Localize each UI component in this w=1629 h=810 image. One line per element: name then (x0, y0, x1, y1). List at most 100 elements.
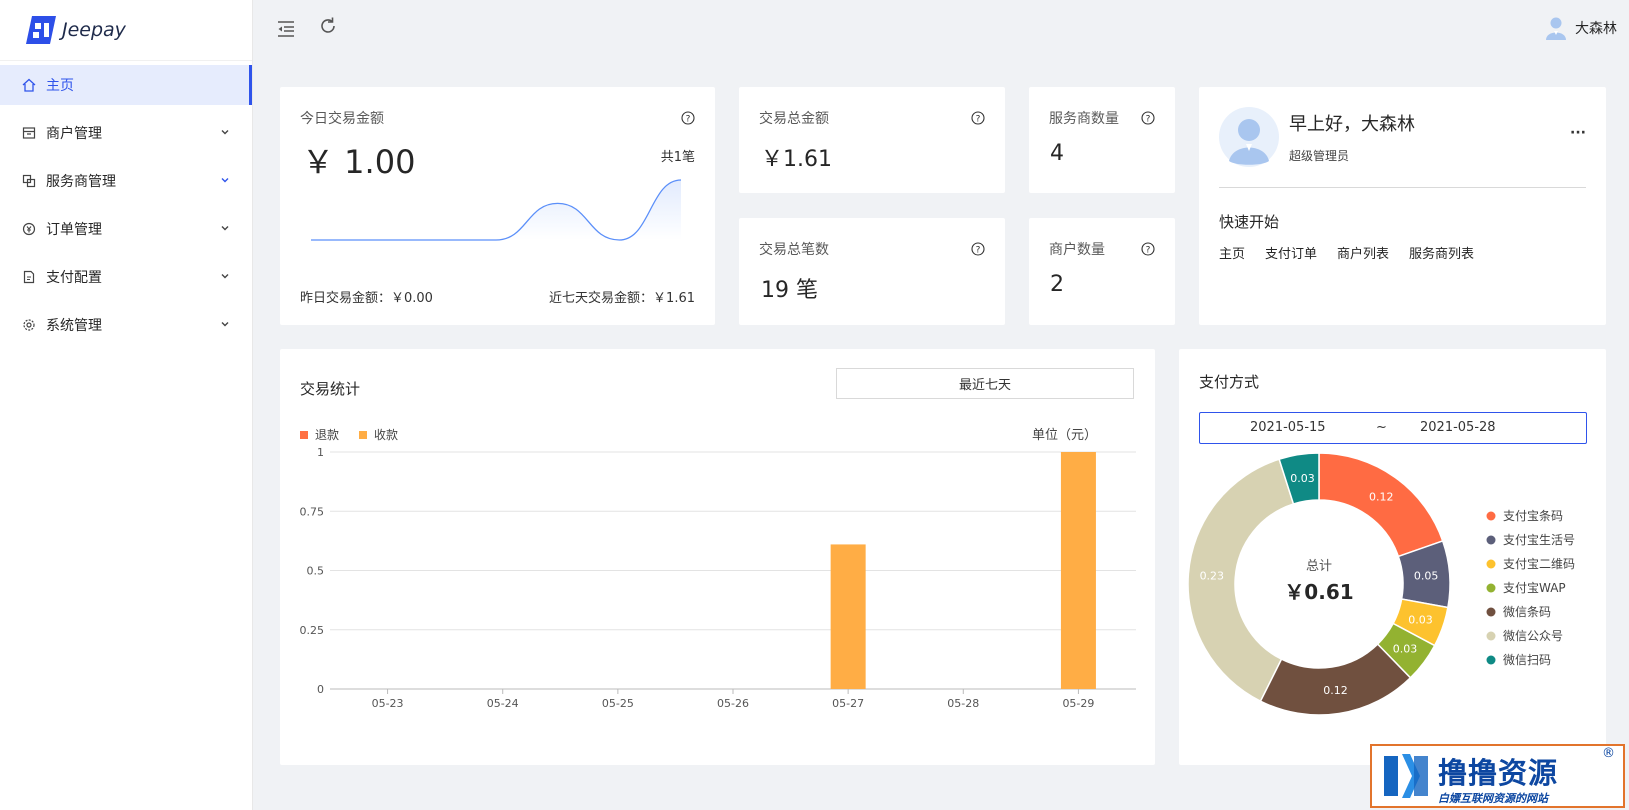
quick-link-merchants[interactable]: 商户列表 (1337, 243, 1389, 262)
greeting: 早上好，大森林 (1289, 114, 1415, 135)
y-tick-label: 0 (317, 683, 324, 696)
y-tick-label: 1 (317, 446, 324, 459)
chevron-down-icon (221, 130, 229, 135)
x-tick-label: 05-29 (1062, 697, 1094, 710)
quick-link-home[interactable]: 主页 (1219, 243, 1245, 262)
total-count-card: 交易总笔数 ? 19 笔 (739, 218, 1005, 325)
chevron-down-icon (221, 178, 229, 183)
sidebar-item-orders[interactable]: 订单管理 (0, 209, 252, 249)
sidebar-item-pay-config[interactable]: 支付配置 (0, 257, 252, 297)
reload-icon[interactable] (317, 15, 339, 37)
slice-value-label: 0.12 (1369, 490, 1394, 503)
total-count-value: 19 笔 (761, 278, 818, 303)
sidebar-item-isv[interactable]: 服务商管理 (0, 161, 252, 201)
question-icon[interactable]: ? (971, 242, 985, 256)
legend-label[interactable]: 微信公众号 (1503, 629, 1563, 643)
menu-fold-icon[interactable] (275, 18, 297, 40)
sidebar-item-label: 商户管理 (46, 126, 102, 142)
slice-value-label: 0.23 (1200, 570, 1225, 583)
question-icon[interactable]: ? (1141, 242, 1155, 256)
quick-links: 主页 支付订单 商户列表 服务商列表 (1219, 243, 1474, 262)
legend-label[interactable]: 支付宝生活号 (1503, 533, 1575, 547)
divider (1219, 187, 1586, 188)
legend-label[interactable]: 支付宝条码 (1503, 509, 1563, 523)
trend-area (311, 180, 681, 240)
welcome-card: 早上好，大森林 超级管理员 ··· 快速开始 主页 支付订单 商户列表 服务商列… (1199, 87, 1606, 325)
x-tick-label: 05-25 (602, 697, 634, 710)
pay-methods-card: 支付方式 2021-05-15 ~ 2021-05-28 0.12 0.05 0.0… (1179, 349, 1606, 765)
total-count-title: 交易总笔数 (759, 242, 829, 258)
range-select-value: 最近七天 (958, 378, 1011, 393)
slice-value-label: 0.03 (1290, 472, 1315, 485)
legend-label[interactable]: 支付宝WAP (1503, 581, 1566, 595)
svg-text:?: ? (976, 114, 981, 124)
shop-icon (22, 127, 36, 139)
sidebar-item-merchants[interactable]: 商户管理 (0, 113, 252, 153)
x-tick-label: 05-24 (487, 697, 519, 710)
sidebar-menu: 主页 商户管理 服务商管理 订单管理 支付配置 系统管理 (0, 65, 252, 345)
total-amount-value: ￥1.61 (761, 147, 832, 172)
date-to[interactable]: 2021-05-28 (1420, 420, 1496, 435)
trend-line (311, 179, 681, 241)
slice-value-label: 0.05 (1414, 570, 1439, 583)
watermark: 撸撸资源 ® 白嫖互联网资源的网站 (1370, 744, 1625, 808)
legend-swatch (1486, 655, 1496, 665)
donut-total-value: ￥0.61 (1284, 580, 1353, 604)
sidebar-item-label: 支付配置 (46, 270, 102, 286)
svg-text:?: ? (1146, 245, 1151, 255)
legend-swatch-income (359, 430, 368, 439)
legend-label[interactable]: 微信条码 (1503, 605, 1551, 619)
logo[interactable]: Jeepay (0, 0, 252, 61)
total-amount-card: 交易总金额 ? ￥1.61 (739, 87, 1005, 193)
isv-count-title: 服务商数量 (1049, 111, 1119, 127)
jeepay-logo-icon (26, 16, 56, 44)
isv-count-card: 服务商数量 ? 4 (1029, 87, 1175, 193)
yesterday-amount: 昨日交易金额：￥0.00 (300, 291, 433, 306)
pay-methods-title: 支付方式 (1199, 373, 1260, 391)
question-icon[interactable]: ? (1141, 111, 1155, 125)
app-name: Jeepay (62, 19, 126, 41)
trade-stats-title: 交易统计 (300, 380, 361, 398)
quick-link-isv[interactable]: 服务商列表 (1409, 243, 1474, 262)
sidebar-item-system[interactable]: 系统管理 (0, 305, 252, 345)
week-amount: 近七天交易金额：￥1.61 (549, 291, 695, 306)
total-amount-title: 交易总金额 (759, 111, 829, 127)
legend-swatch (1486, 511, 1496, 521)
range-select[interactable]: 最近七天 (836, 368, 1134, 399)
trade-stats-card: 交易统计 最近七天 退款 收款 单位（元） 0 0.25 0.5 0.75 1 05-23… (280, 349, 1155, 765)
question-icon[interactable]: ? (681, 111, 695, 125)
bar-05-29[interactable] (1060, 452, 1096, 689)
slice-value-label: 0.03 (1408, 613, 1433, 626)
sidebar-item-label: 订单管理 (46, 222, 102, 238)
more-button[interactable]: ··· (1570, 125, 1586, 141)
question-icon[interactable]: ? (971, 111, 985, 125)
quick-start-title: 快速开始 (1219, 213, 1280, 231)
legend-label[interactable]: 微信扫码 (1503, 653, 1551, 667)
svg-text:?: ? (1146, 114, 1151, 124)
user-menu[interactable]: 大森林 (1545, 16, 1617, 40)
home-icon (22, 78, 36, 92)
user-name: 大森林 (1575, 21, 1617, 37)
avatar (1219, 107, 1279, 167)
donut-slice[interactable] (1318, 452, 1444, 558)
legend-label[interactable]: 支付宝二维码 (1503, 557, 1575, 571)
bar-05-27[interactable] (830, 544, 866, 689)
date-from[interactable]: 2021-05-15 (1250, 420, 1326, 435)
sidebar-item-label: 主页 (46, 78, 74, 94)
pay-donut-chart: 0.12 0.05 0.03 0.03 0.12 0.23 0.03 总计 ￥0.61 支付宝条码… (1187, 452, 1575, 716)
money-icon (22, 222, 36, 236)
chevron-down-icon (221, 322, 229, 327)
legend-swatch (1486, 583, 1496, 593)
sidebar-item-home[interactable]: 主页 (0, 65, 252, 105)
trade-bar-chart: 0 0.25 0.5 0.75 1 05-23 05-24 05-25 05-26 05-27 05… (300, 446, 1136, 710)
legend-swatch (1486, 607, 1496, 617)
sidebar: Jeepay 主页 商户管理 服务商管理 订单管理 支付配置 系统管理 (0, 0, 253, 810)
y-tick-label: 0.25 (300, 624, 325, 637)
date-range-picker[interactable]: 2021-05-15 ~ 2021-05-28 (1199, 412, 1587, 444)
mch-count-title: 商户数量 (1049, 242, 1105, 258)
donut-slice[interactable] (1259, 643, 1412, 716)
today-count: 共1笔 (660, 150, 695, 165)
quick-link-pay-orders[interactable]: 支付订单 (1265, 243, 1317, 262)
svg-text:?: ? (686, 114, 691, 124)
sidebar-item-label: 系统管理 (46, 318, 102, 334)
